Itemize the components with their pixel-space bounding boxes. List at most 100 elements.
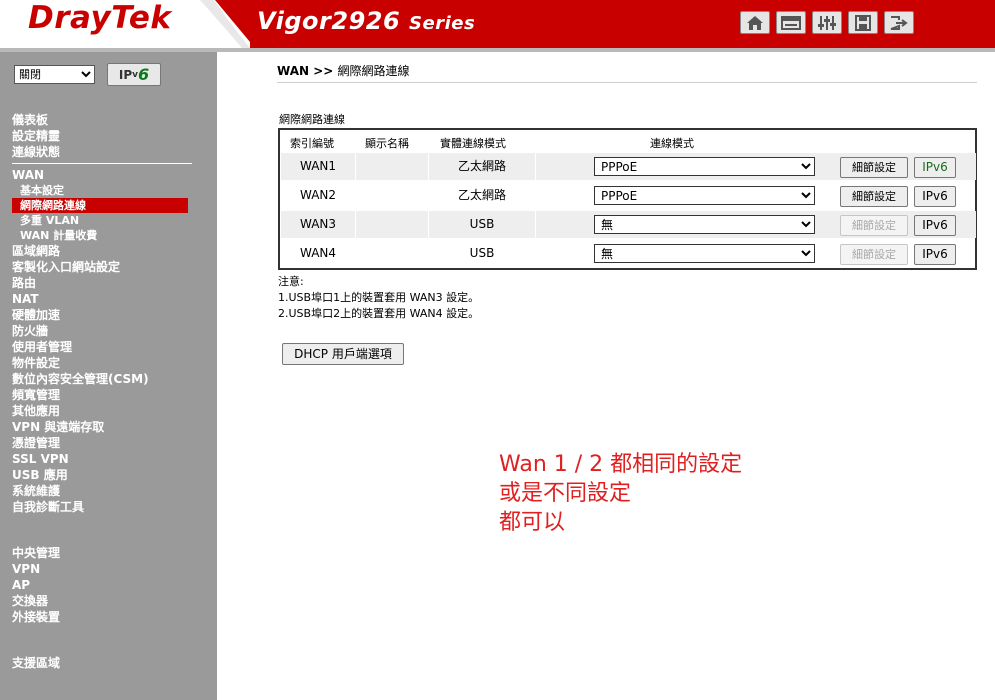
breadcrumb: WAN >> 網際網路連線 [277,62,410,79]
menu-separator [12,163,192,164]
sidebar-item-4[interactable]: WAN [12,167,192,183]
sidebar: 關閉 IP v 6 儀表板 設定精靈 連線狀態 WAN 基本設定 網際網路連線 多重 VLAN W… [0,52,217,700]
wan-index: WAN2 [299,188,337,202]
wan-physical-mode: USB [469,246,495,260]
sidebar-item-11[interactable]: 路由 [12,275,192,291]
wan-connection-mode-select[interactable]: PPPoE [594,186,815,205]
sidebar-item-10[interactable]: 客製化入口網站設定 [12,259,192,275]
sidebar-item-18[interactable]: 頻寬管理 [12,387,192,403]
notes-line-2: 2.USB埠口2上的裝置套用 WAN4 設定。 [278,307,480,320]
wan-index: WAN4 [299,246,337,260]
sidebar-item-24[interactable]: 系統維護 [12,483,192,499]
ipv6-six-text: 6 [138,65,150,84]
sidebar-menu: 儀表板 設定精靈 連線狀態 WAN 基本設定 網際網路連線 多重 VLAN WAN 計量收費區… [12,112,192,671]
cell-divider [535,240,536,267]
sidebar-item-25[interactable]: 自我診斷工具 [12,499,192,515]
detail-settings-button[interactable]: 細節設定 [840,157,908,178]
wan-row-4: WAN4 USB 無 細節設定 IPv6 [281,240,976,267]
cell-divider [535,211,536,238]
sidebar-item-17[interactable]: 數位內容安全管理(CSM) [12,371,192,387]
draytek-logo: DrayTek [28,0,172,36]
model-name: Vigor2926 [257,7,401,35]
sidebar-item-7[interactable]: 多重 VLAN [12,213,192,228]
breadcrumb-parent[interactable]: WAN >> [277,64,338,78]
sidebar-item-8[interactable]: WAN 計量收費 [12,228,192,243]
annotation-line-3: 都可以 [499,510,566,535]
sidebar-item-2[interactable]: 連線狀態 [12,144,192,160]
wan-index: WAN1 [299,159,337,173]
sidebar-item-1[interactable]: 設定精靈 [12,128,192,144]
wan-row-1: WAN1 乙太網路 PPPoE 細節設定 IPv6 [281,153,976,180]
sidebar-item-16[interactable]: 物件設定 [12,355,192,371]
section-title: 網際網路連線 [279,113,345,126]
sidebar-item-0[interactable]: 儀表板 [12,112,192,128]
menu-gap [12,625,192,655]
cell-divider [535,153,536,180]
wan-display-name [356,153,428,180]
home-icon[interactable] [740,11,770,34]
wan-row-3: WAN3 USB 無 細節設定 IPv6 [281,211,976,238]
wan-connection-mode-select[interactable]: 無 [594,244,815,263]
wan-table: 索引編號 顯示名稱 實體連線模式 連線模式 WAN1 乙太網路 PPPoE 細節設定 I… [278,128,977,270]
sidebar-item-5[interactable]: 基本設定 [12,183,192,198]
notes-line-1: 1.USB埠口1上的裝置套用 WAN3 設定。 [278,291,480,304]
wan-connection-mode-select[interactable]: PPPoE [594,157,815,176]
wan-physical-mode: USB [469,217,495,231]
model-title: Vigor2926 Series [257,7,475,35]
settings-sliders-icon[interactable] [812,11,842,34]
sidebar-item-23[interactable]: USB 應用 [12,467,192,483]
quick-start-icon[interactable] [776,11,806,34]
ipv6-toggle-button[interactable]: IP v 6 [107,63,161,86]
sidebar-item-22[interactable]: SSL VPN [12,451,192,467]
header-toolbar [740,11,914,34]
breadcrumb-divider [277,82,977,83]
sidebar-item-13[interactable]: 硬體加速 [12,307,192,323]
sidebar-item-12[interactable]: NAT [12,291,192,307]
wan-index: WAN3 [299,217,337,231]
main-content: WAN >> 網際網路連線 網際網路連線 索引編號 顯示名稱 實體連線模式 連線… [217,52,995,700]
dhcp-client-options-button[interactable]: DHCP 用戶端選項 [282,343,404,365]
wan-display-name [356,211,428,238]
sidebar-item-31[interactable]: 外接裝置 [12,609,192,625]
wan-display-name [356,240,428,267]
ipv6-settings-button[interactable]: IPv6 [914,186,956,207]
sidebar-item-28[interactable]: VPN [12,561,192,577]
detail-settings-button[interactable]: 細節設定 [840,244,908,265]
ipv6-settings-button[interactable]: IPv6 [914,157,956,178]
wan-physical-mode: 乙太網路 [457,159,506,173]
sidebar-item-19[interactable]: 其他應用 [12,403,192,419]
detail-settings-button[interactable]: 細節設定 [840,186,908,207]
wan-display-name [356,182,428,209]
sidebar-item-6[interactable]: 網際網路連線 [12,198,188,213]
wan-connection-mode-select[interactable]: 無 [594,215,815,234]
sidebar-item-27[interactable]: 中央管理 [12,545,192,561]
header-connection-mode: 連線模式 [650,137,694,150]
notes: 注意: 1.USB埠口1上的裝置套用 WAN3 設定。 2.USB埠口2上的裝置… [278,274,479,322]
detail-settings-button[interactable]: 細節設定 [840,215,908,236]
sidebar-item-15[interactable]: 使用者管理 [12,339,192,355]
ipv6-settings-button[interactable]: IPv6 [914,215,956,236]
menu-gap [12,515,192,545]
sidebar-item-9[interactable]: 區域網路 [12,243,192,259]
sidebar-item-14[interactable]: 防火牆 [12,323,192,339]
header-physical-mode: 實體連線模式 [440,137,506,150]
sidebar-item-33[interactable]: 支援區域 [12,655,192,671]
annotation-line-2: 或是不同設定 [499,481,632,506]
annotation-line-1: Wan 1 / 2 都相同的設定 [499,452,743,477]
wan-physical-mode: 乙太網路 [457,188,506,202]
logout-icon[interactable] [884,11,914,34]
sidebar-item-30[interactable]: 交換器 [12,593,192,609]
header-display-name: 顯示名稱 [365,137,409,150]
sidebar-item-21[interactable]: 憑證管理 [12,435,192,451]
header-index: 索引編號 [290,137,334,150]
cell-divider [535,182,536,209]
breadcrumb-current: 網際網路連線 [337,64,410,78]
sidebar-item-20[interactable]: VPN 與遠端存取 [12,419,192,435]
sidebar-item-29[interactable]: AP [12,577,192,593]
app-header: DrayTek Vigor2926 Series [0,0,995,48]
annotation-text: Wan 1 / 2 都相同的設定 或是不同設定 都可以 [499,450,742,537]
ipv6-settings-button[interactable]: IPv6 [914,244,956,265]
auto-logout-select[interactable]: 關閉 [14,65,95,84]
wan-row-2: WAN2 乙太網路 PPPoE 細節設定 IPv6 [281,182,976,209]
save-icon[interactable] [848,11,878,34]
